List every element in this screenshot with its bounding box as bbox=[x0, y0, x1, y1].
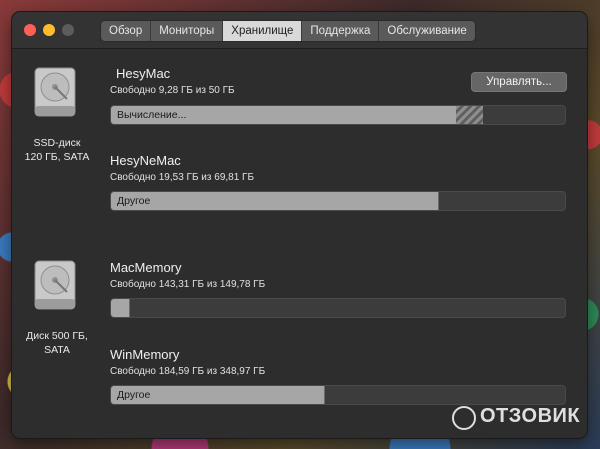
disk-1-caption-line1: SSD-диск bbox=[33, 137, 81, 149]
disk-1-caption: SSD-диск 120 ГБ, SATA bbox=[12, 136, 102, 164]
close-button[interactable] bbox=[24, 24, 36, 36]
manage-button[interactable]: Управлять... bbox=[471, 72, 567, 92]
volume-name: HesyNeMac bbox=[110, 153, 181, 168]
volume-name: MacMemory bbox=[110, 260, 182, 275]
tab-storage[interactable]: Хранилище bbox=[223, 21, 303, 41]
tab-bar: Обзор Мониторы Хранилище Поддержка Обслу… bbox=[100, 20, 476, 42]
calculating-segment bbox=[456, 106, 484, 124]
volume-name: WinMemory bbox=[110, 347, 180, 362]
disk-2-caption-line1: Диск 500 ГБ, bbox=[26, 330, 88, 342]
hard-drive-icon bbox=[34, 67, 76, 117]
storage-bar-fill bbox=[111, 192, 439, 210]
storage-bar-label: Другое bbox=[117, 195, 151, 207]
storage-bar-fill bbox=[111, 299, 131, 317]
storage-bar bbox=[110, 298, 566, 318]
minimize-button[interactable] bbox=[43, 24, 55, 36]
title-bar: Обзор Мониторы Хранилище Поддержка Обслу… bbox=[12, 12, 587, 49]
tab-service[interactable]: Обслуживание bbox=[379, 21, 475, 41]
tab-displays[interactable]: Мониторы bbox=[151, 21, 224, 41]
disk-2-caption-line2: SATA bbox=[44, 344, 70, 356]
storage-bar: Другое bbox=[110, 385, 566, 405]
about-this-mac-window: Обзор Мониторы Хранилище Поддержка Обслу… bbox=[12, 12, 587, 438]
disk-2-caption: Диск 500 ГБ, SATA bbox=[12, 329, 102, 357]
volume-free-space: Свободно 19,53 ГБ из 69,81 ГБ bbox=[110, 172, 255, 183]
volume-free-space: Свободно 143,31 ГБ из 149,78 ГБ bbox=[110, 279, 266, 290]
volume-free-space: Свободно 9,28 ГБ из 50 ГБ bbox=[110, 85, 235, 96]
storage-bar-label: Другое bbox=[117, 389, 151, 401]
volume-free-space: Свободно 184,59 ГБ из 348,97 ГБ bbox=[110, 366, 266, 377]
tab-support[interactable]: Поддержка bbox=[302, 21, 380, 41]
watermark-text: ОТЗОВИК bbox=[480, 405, 581, 427]
storage-bar: Другое bbox=[110, 191, 566, 211]
storage-bar-label: Вычисление... bbox=[117, 109, 187, 121]
watermark-logo-icon bbox=[452, 406, 476, 430]
storage-bar: Вычисление... bbox=[110, 105, 566, 125]
disk-1-caption-line2: 120 ГБ, SATA bbox=[24, 151, 90, 163]
tab-overview[interactable]: Обзор bbox=[101, 21, 152, 41]
zoom-button bbox=[62, 24, 74, 36]
volume-name: HesyMac bbox=[116, 66, 171, 81]
hard-drive-icon bbox=[34, 260, 76, 310]
